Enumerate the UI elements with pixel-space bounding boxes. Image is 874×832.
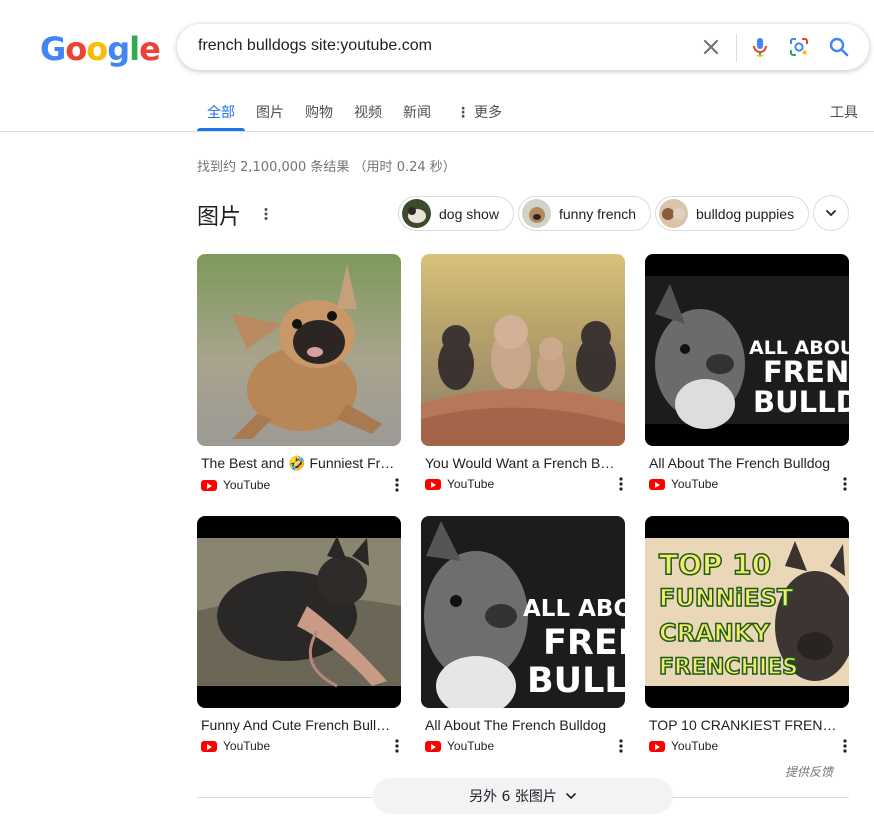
chip-bulldog-puppies[interactable]: bulldog puppies (655, 196, 810, 231)
more-vert-icon[interactable] (393, 477, 401, 493)
overlay-text: CRANKY (659, 619, 770, 647)
chips-expand-button[interactable] (813, 195, 849, 231)
youtube-icon (649, 478, 665, 490)
source-name: YouTube (223, 739, 271, 753)
tab-images[interactable]: 图片 (256, 92, 284, 131)
overlay-text: BULLDOG (753, 385, 849, 419)
more-vert-icon[interactable] (393, 738, 401, 754)
more-vert-icon: ⋮ (456, 105, 470, 121)
image-result-card[interactable]: ALL ABOUT THE FRENCH BULLDOG All About T… (645, 254, 849, 492)
youtube-icon (425, 740, 441, 752)
result-caption[interactable]: You Would Want a French Bulldog (421, 455, 619, 471)
image-result-card[interactable]: The Best and 🤣 Funniest French Bulldog V… (197, 254, 401, 493)
microphone-icon[interactable] (748, 35, 772, 59)
chip-thumbnail (522, 199, 551, 228)
youtube-icon (649, 740, 665, 752)
tools-button[interactable]: 工具 (830, 102, 858, 122)
source-name: YouTube (447, 739, 495, 753)
youtube-icon (201, 479, 217, 491)
overlay-text: FREN (543, 623, 625, 663)
chip-label: funny french (559, 205, 637, 222)
result-caption[interactable]: The Best and 🤣 Funniest French Bulldog V… (197, 455, 395, 472)
result-caption[interactable]: All About The French Bulldog (645, 455, 843, 471)
google-logo[interactable]: Google (40, 30, 161, 68)
result-caption[interactable]: TOP 10 CRANKIEST FRENCHIES (645, 717, 843, 733)
result-caption[interactable]: Funny And Cute French Bulldog Videos (197, 717, 395, 733)
image-result-card[interactable]: You Would Want a French Bulldog YouTube (421, 254, 625, 492)
search-input[interactable]: french bulldogs site:youtube.com (198, 37, 432, 55)
overlay-text: ALL ABOUT (523, 596, 625, 622)
logo-letter: g (107, 30, 130, 68)
tabs-divider (0, 131, 874, 132)
search-tabs: 全部 图片 购物 视频 新闻 ⋮ 更多 (197, 92, 523, 131)
more-vert-icon[interactable] (841, 738, 849, 754)
more-images-label: 另外 6 张图片 (469, 789, 557, 805)
chip-thumbnail (402, 199, 431, 228)
tab-more[interactable]: ⋮ 更多 (456, 92, 502, 131)
tab-more-label: 更多 (474, 105, 502, 121)
result-caption[interactable]: All About The French Bulldog (421, 717, 619, 733)
tab-all[interactable]: 全部 (197, 92, 245, 131)
result-stats: 找到约 2,100,000 条结果 （用时 0.24 秒） (197, 160, 456, 175)
result-source[interactable]: YouTube (645, 476, 849, 492)
more-vert-icon[interactable] (841, 476, 849, 492)
source-name: YouTube (223, 478, 271, 492)
image-result-card[interactable]: ALL ABOUT FREN BULLD All About The Frenc… (421, 516, 625, 754)
youtube-icon (425, 478, 441, 490)
source-name: YouTube (447, 477, 495, 491)
more-images-button[interactable]: 另外 6 张图片 (373, 778, 673, 814)
chevron-down-icon (566, 793, 576, 800)
search-divider (736, 34, 737, 62)
chip-thumbnail (659, 199, 688, 228)
result-source[interactable]: YouTube (421, 476, 625, 492)
tab-shopping[interactable]: 购物 (305, 92, 333, 131)
logo-letter: l (129, 30, 140, 68)
source-name: YouTube (671, 477, 719, 491)
result-thumbnail[interactable] (197, 254, 401, 446)
chip-funny-french[interactable]: funny french (518, 196, 652, 231)
result-thumbnail[interactable] (197, 516, 401, 708)
result-source[interactable]: YouTube (645, 738, 849, 754)
chip-label: dog show (439, 205, 499, 222)
more-vert-icon[interactable] (617, 476, 625, 492)
result-source[interactable]: YouTube (421, 738, 625, 754)
logo-letter: o (65, 30, 87, 68)
feedback-link[interactable]: 提供反馈 (785, 763, 833, 780)
source-name: YouTube (671, 739, 719, 753)
logo-letter: G (40, 30, 66, 68)
overlay-text: FRENCHIES (659, 655, 798, 680)
image-result-card[interactable]: TOP 10 FUNNiEST CRANKY FRENCHIES TOP 10 … (645, 516, 849, 754)
overlay-text: FRENCH (763, 355, 849, 389)
result-thumbnail[interactable]: TOP 10 FUNNiEST CRANKY FRENCHIES (645, 516, 849, 708)
search-icon[interactable] (827, 35, 851, 59)
more-vert-icon[interactable] (617, 738, 625, 754)
overlay-text: BULLD (527, 661, 625, 701)
overlay-text: FUNNiEST (659, 584, 794, 612)
image-result-card[interactable]: Funny And Cute French Bulldog Videos You… (197, 516, 401, 754)
result-thumbnail[interactable]: ALL ABOUT THE FRENCH BULLDOG (645, 254, 849, 446)
result-source[interactable]: YouTube (197, 477, 401, 493)
result-thumbnail[interactable] (421, 254, 625, 446)
tab-news[interactable]: 新闻 (403, 92, 431, 131)
camera-lens-icon[interactable] (787, 35, 811, 59)
chevron-down-icon (826, 210, 836, 217)
images-section-title: 图片 (197, 205, 242, 230)
search-box[interactable]: french bulldogs site:youtube.com (177, 24, 869, 70)
chip-dog-show[interactable]: dog show (398, 196, 514, 231)
logo-letter: e (139, 30, 161, 68)
chip-label: bulldog puppies (696, 205, 795, 222)
logo-letter: o (86, 30, 108, 68)
tab-videos[interactable]: 视频 (354, 92, 382, 131)
more-options-icon[interactable] (258, 206, 274, 222)
youtube-icon (201, 740, 217, 752)
result-thumbnail[interactable]: ALL ABOUT FREN BULLD (421, 516, 625, 708)
result-source[interactable]: YouTube (197, 738, 401, 754)
clear-icon[interactable] (699, 35, 723, 59)
overlay-text: TOP 10 (659, 548, 771, 581)
